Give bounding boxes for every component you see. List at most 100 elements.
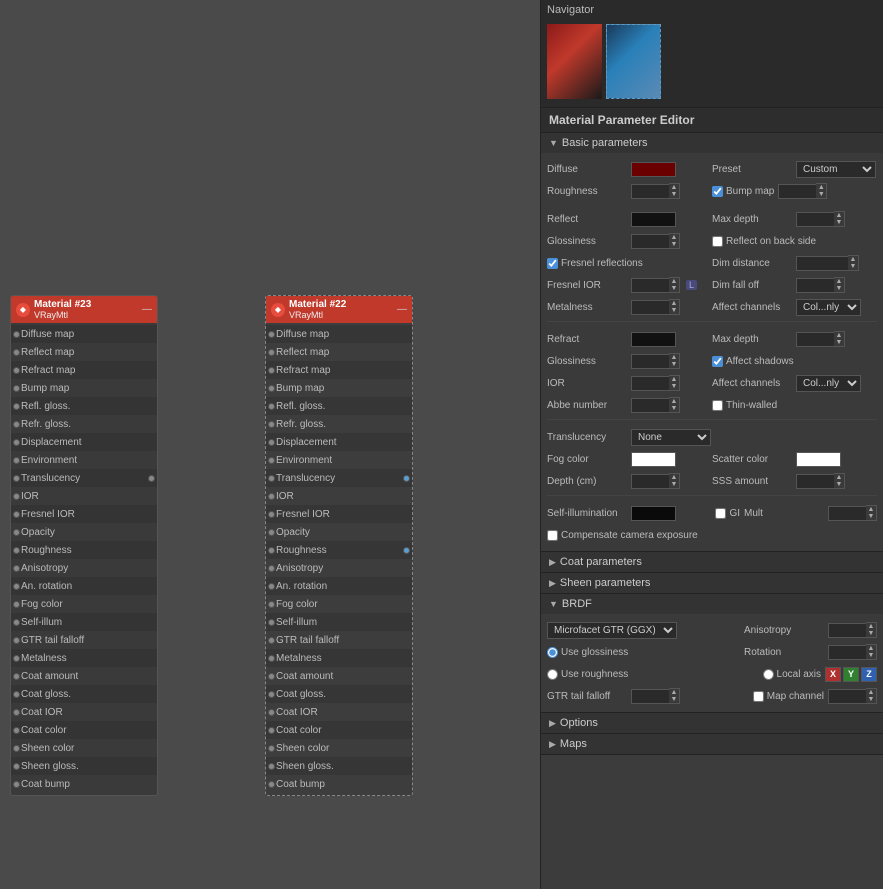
node-22-header[interactable]: ◆ Material #22 VRayMtl —	[266, 296, 412, 323]
rotation-down[interactable]: ▼	[866, 652, 876, 659]
fresnel-ior-up[interactable]: ▲	[669, 278, 679, 285]
node-material-23[interactable]: ◆ Material #23 VRayMtl — Diffuse map Ref…	[10, 295, 158, 796]
max-depth2-spinner[interactable]: ▲ ▼	[834, 331, 845, 347]
reflect-back-label[interactable]: Reflect on back side	[712, 236, 816, 247]
abbe-spinner[interactable]: ▲ ▼	[669, 397, 680, 413]
mult-up[interactable]: ▲	[866, 506, 876, 513]
fresnel-checkbox-label[interactable]: Fresnel reflections	[547, 258, 643, 269]
glossiness-up[interactable]: ▲	[669, 234, 679, 241]
max-depth2-down[interactable]: ▼	[834, 339, 844, 346]
dim-falloff-spinner[interactable]: ▲ ▼	[834, 277, 845, 293]
metalness-input[interactable]: 0.0	[631, 300, 669, 315]
map-channel-checkbox[interactable]	[753, 691, 764, 702]
preset-select[interactable]: Custom	[796, 161, 876, 178]
abbe-input[interactable]: 50.0	[631, 398, 669, 413]
node-22-close[interactable]: —	[397, 304, 407, 315]
roughness-input[interactable]: 0.0	[631, 184, 669, 199]
local-axis-radio[interactable]	[763, 669, 774, 680]
gtr-falloff-input[interactable]: 2.0	[631, 689, 669, 704]
roughness-spinner[interactable]: ▲ ▼	[669, 183, 680, 199]
affect-channels2-select[interactable]: Col...nly	[796, 375, 861, 392]
map-channel-checkbox-label[interactable]: Map channel	[753, 691, 824, 702]
affect-shadows-checkbox-label[interactable]: Affect shadows	[712, 356, 794, 367]
sss-up[interactable]: ▲	[834, 474, 844, 481]
ior-up[interactable]: ▲	[669, 376, 679, 383]
max-depth-spinner[interactable]: ▲ ▼	[834, 211, 845, 227]
z-axis-button[interactable]: Z	[861, 667, 877, 682]
glossiness2-spinner[interactable]: ▲ ▼	[669, 353, 680, 369]
scatter-color-box[interactable]	[796, 452, 841, 467]
sss-spinner[interactable]: ▲ ▼	[834, 473, 845, 489]
anisotropy-up[interactable]: ▲	[866, 623, 876, 630]
abbe-down[interactable]: ▼	[669, 405, 679, 412]
anisotropy-spinner[interactable]: ▲ ▼	[866, 622, 877, 638]
dim-falloff-down[interactable]: ▼	[834, 285, 844, 292]
glossiness-spinner[interactable]: ▲ ▼	[669, 233, 680, 249]
fresnel-checkbox[interactable]	[547, 258, 558, 269]
rotation-up[interactable]: ▲	[866, 645, 876, 652]
y-axis-button[interactable]: Y	[843, 667, 859, 682]
depth-spinner[interactable]: ▲ ▼	[669, 473, 680, 489]
node-graph[interactable]: ◆ Material #23 VRayMtl — Diffuse map Ref…	[0, 0, 540, 889]
max-depth-input[interactable]: 8	[796, 212, 834, 227]
max-depth2-up[interactable]: ▲	[834, 332, 844, 339]
use-roughness-radio-label[interactable]: Use roughness	[547, 669, 628, 680]
node-23-close[interactable]: —	[142, 304, 152, 315]
reflect-back-checkbox[interactable]	[712, 236, 723, 247]
rotation-spinner[interactable]: ▲ ▼	[866, 644, 877, 660]
map-channel-up[interactable]: ▲	[866, 689, 876, 696]
x-axis-button[interactable]: X	[825, 667, 841, 682]
compensate-checkbox[interactable]	[547, 530, 558, 541]
bump-map-checkbox-label[interactable]: Bump map	[712, 186, 774, 197]
depth-up[interactable]: ▲	[669, 474, 679, 481]
dim-falloff-up[interactable]: ▲	[834, 278, 844, 285]
metalness-up[interactable]: ▲	[669, 300, 679, 307]
section-basic-header[interactable]: ▼ Basic parameters	[541, 133, 883, 153]
depth-down[interactable]: ▼	[669, 481, 679, 488]
gi-checkbox[interactable]	[715, 508, 726, 519]
section-sheen-header[interactable]: ▶ Sheen parameters	[541, 573, 883, 593]
sss-down[interactable]: ▼	[834, 481, 844, 488]
affect-shadows-checkbox[interactable]	[712, 356, 723, 367]
section-coat-header[interactable]: ▶ Coat parameters	[541, 552, 883, 572]
mult-down[interactable]: ▼	[866, 513, 876, 520]
nav-thumb-blue[interactable]	[606, 24, 661, 99]
thin-walled-checkbox[interactable]	[712, 400, 723, 411]
self-illum-color-box[interactable]	[631, 506, 676, 521]
thin-walled-checkbox-label[interactable]: Thin-walled	[712, 400, 777, 411]
use-roughness-radio[interactable]	[547, 669, 558, 680]
metalness-down[interactable]: ▼	[669, 307, 679, 314]
map-channel-down[interactable]: ▼	[866, 696, 876, 703]
mult-spinner[interactable]: ▲ ▼	[866, 505, 877, 521]
glossiness2-input[interactable]: 1.0	[631, 354, 669, 369]
compensate-checkbox-label[interactable]: Compensate camera exposure	[547, 530, 698, 541]
glossiness2-up[interactable]: ▲	[669, 354, 679, 361]
refract-color-box[interactable]	[631, 332, 676, 347]
roughness-down[interactable]: ▼	[669, 191, 679, 198]
use-glossiness-radio-label[interactable]: Use glossiness	[547, 647, 628, 658]
gtr-falloff-down[interactable]: ▼	[669, 696, 679, 703]
ior-down[interactable]: ▼	[669, 383, 679, 390]
roughness-up[interactable]: ▲	[669, 184, 679, 191]
dim-distance-up[interactable]: ▲	[848, 256, 858, 263]
bump-down[interactable]: ▼	[816, 191, 826, 198]
diffuse-color-box[interactable]	[631, 162, 676, 177]
glossiness2-down[interactable]: ▼	[669, 361, 679, 368]
max-depth2-input[interactable]: 8	[796, 332, 834, 347]
max-depth-up[interactable]: ▲	[834, 212, 844, 219]
depth-input[interactable]: 1.0	[631, 474, 669, 489]
glossiness-down[interactable]: ▼	[669, 241, 679, 248]
dim-distance-spinner[interactable]: ▲ ▼	[848, 255, 859, 271]
sss-input[interactable]: 1.0	[796, 474, 834, 489]
bump-map-input[interactable]: 30.0	[778, 184, 816, 199]
fresnel-ior-input[interactable]: 1.6	[631, 278, 669, 293]
fog-color-box[interactable]	[631, 452, 676, 467]
section-maps-header[interactable]: ▶ Maps	[541, 734, 883, 754]
ior-spinner[interactable]: ▲ ▼	[669, 375, 680, 391]
map-channel-spinner[interactable]: ▲ ▼	[866, 688, 877, 704]
bump-map-spinner[interactable]: ▲ ▼	[816, 183, 827, 199]
local-axis-radio-label[interactable]: Local axis	[763, 669, 821, 680]
map-channel-input[interactable]: 1	[828, 689, 866, 704]
node-23-header[interactable]: ◆ Material #23 VRayMtl —	[11, 296, 157, 323]
abbe-up[interactable]: ▲	[669, 398, 679, 405]
